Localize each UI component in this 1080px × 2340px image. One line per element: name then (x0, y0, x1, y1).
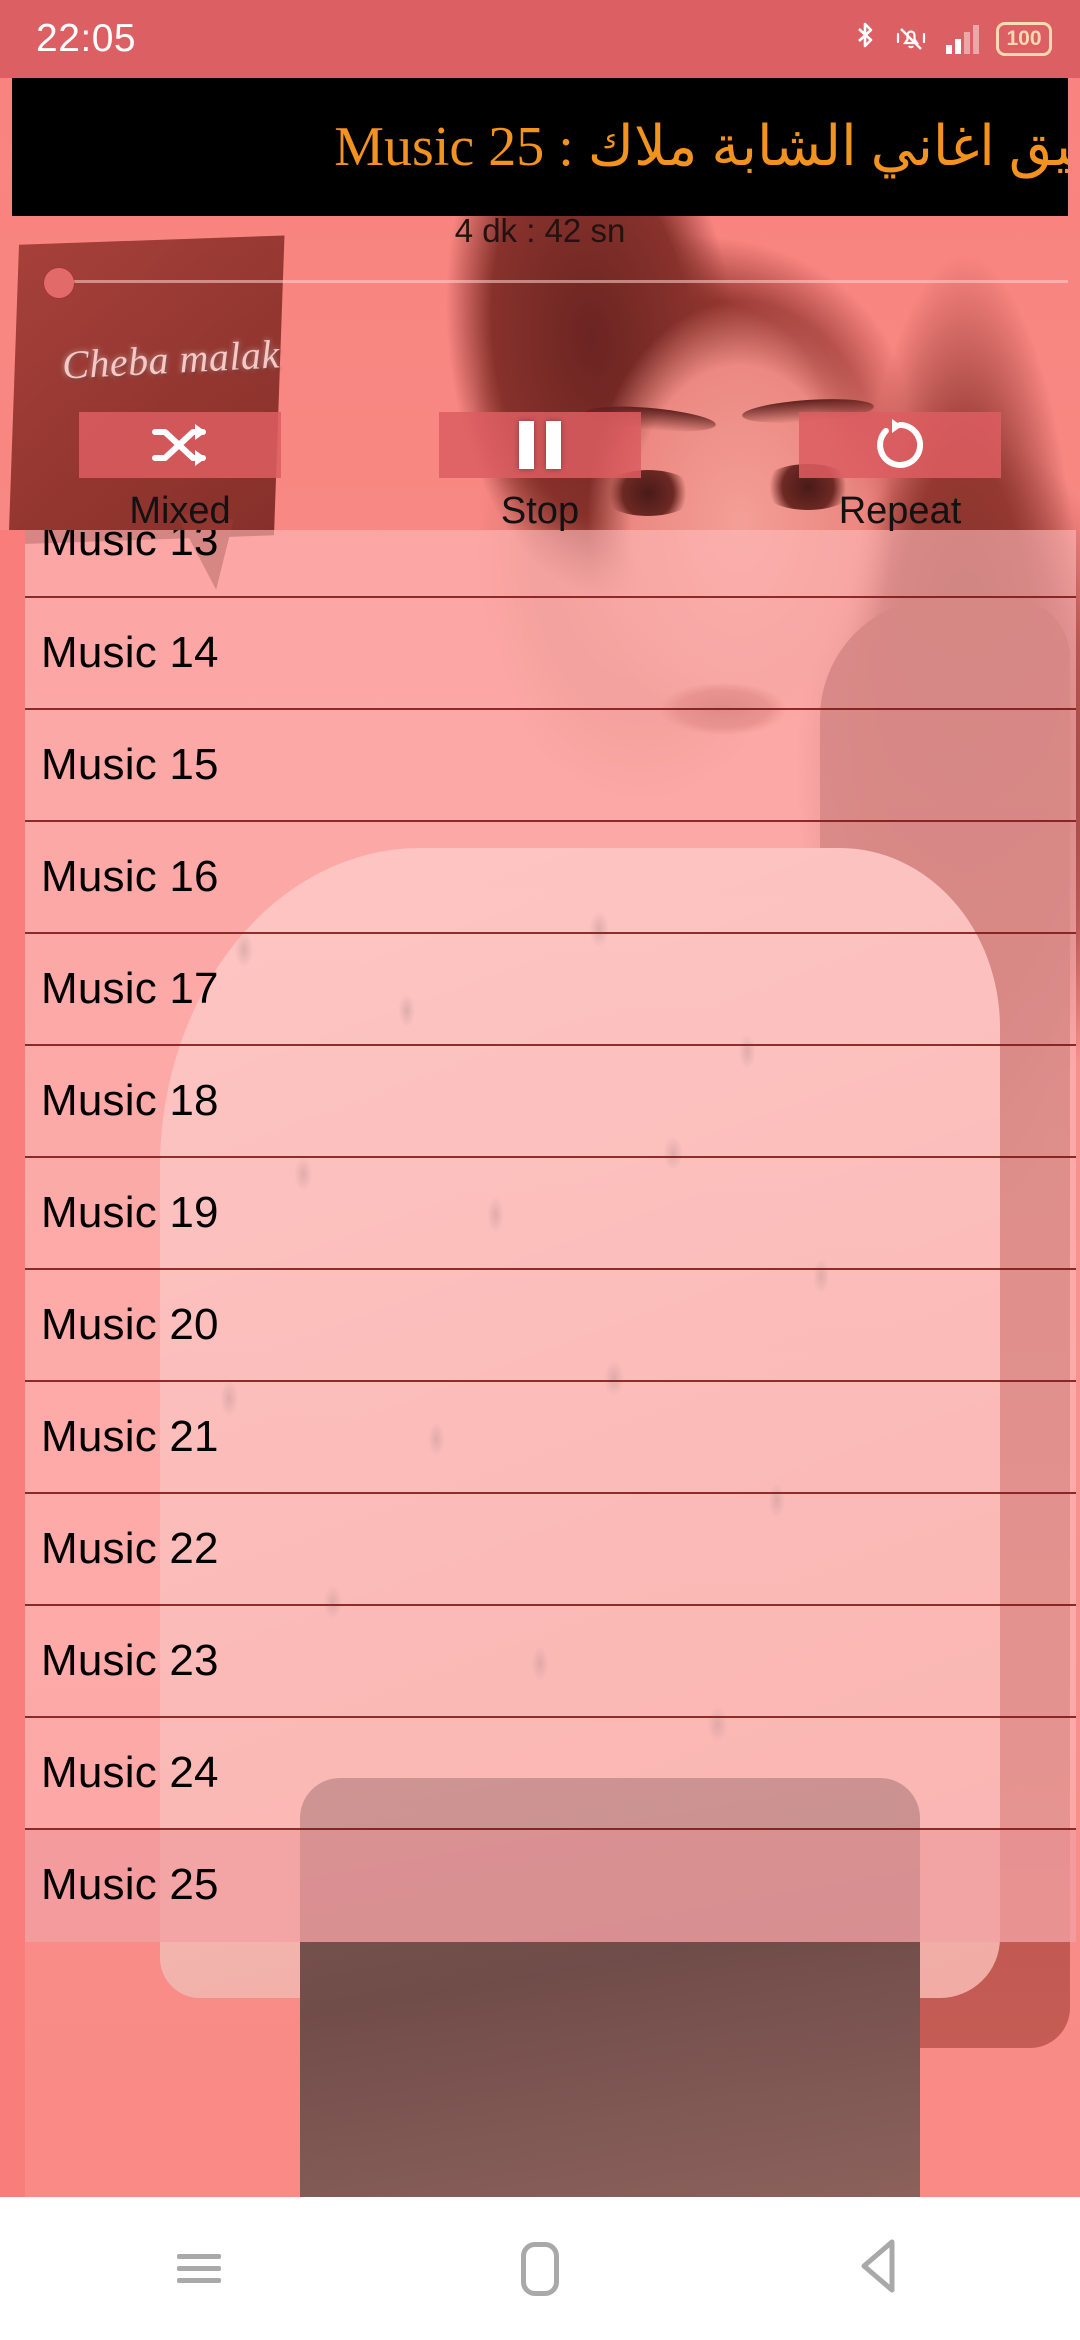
player-controls: Mixed Stop Repeat (0, 412, 1080, 542)
shuffle-button-label: Mixed (129, 490, 231, 532)
track-row[interactable]: Music 17 (25, 934, 1076, 1046)
track-label: Music 25 (41, 1860, 219, 1909)
back-button[interactable] (833, 2221, 929, 2317)
track-label: Music 15 (41, 740, 219, 789)
track-label: Music 21 (41, 1412, 219, 1461)
repeat-button[interactable] (799, 412, 1001, 478)
track-row[interactable]: Music 25 (25, 1830, 1076, 1942)
track-row[interactable]: Music 22 (25, 1494, 1076, 1606)
shuffle-button[interactable] (79, 412, 281, 478)
playlist-left-edge (0, 530, 25, 2197)
track-row[interactable]: Music 16 (25, 822, 1076, 934)
repeat-icon (871, 416, 929, 474)
track-label: Music 24 (41, 1748, 219, 1797)
repeat-button-label: Repeat (838, 490, 962, 532)
track-row[interactable]: Music 15 (25, 710, 1076, 822)
vibrate-mute-icon (894, 22, 928, 56)
home-pill-icon (521, 2241, 559, 2296)
track-label: Music 18 (41, 1076, 219, 1125)
status-bar: 22:05 100 (0, 0, 1080, 78)
playlist-scroll-area[interactable]: Music 13 Music 14 Music 15 Music 16 Music 17… (0, 530, 1080, 2197)
android-navigation-bar (0, 2197, 1080, 2340)
battery-icon: 100 (996, 22, 1052, 56)
seek-bar-thumb[interactable] (44, 268, 74, 298)
control-repeat[interactable]: Repeat (720, 412, 1080, 542)
seek-bar-track[interactable] (58, 280, 1068, 283)
track-row[interactable]: Music 18 (25, 1046, 1076, 1158)
track-label: Music 22 (41, 1524, 219, 1573)
now-playing-banner: بيق اغاني الشابة ملاك : Music 25 (12, 76, 1068, 216)
track-label: Music 14 (41, 628, 219, 677)
phone-screen: Cheba malak 22:05 (0, 0, 1080, 2340)
track-label: Music 19 (41, 1188, 219, 1237)
signal-bars-icon (944, 23, 980, 55)
menu-recents-icon (177, 2247, 221, 2290)
now-playing-title: بيق اغاني الشابة ملاك : Music 25 (334, 115, 1068, 178)
track-row[interactable]: Music 20 (25, 1270, 1076, 1382)
recents-button[interactable] (151, 2221, 247, 2317)
stop-button-label: Stop (500, 490, 580, 532)
seek-bar[interactable] (0, 262, 1080, 302)
track-label: Music 16 (41, 852, 219, 901)
track-row[interactable]: Music 21 (25, 1382, 1076, 1494)
home-button[interactable] (492, 2221, 588, 2317)
status-icon-group: 100 (852, 21, 1052, 57)
track-row[interactable]: Music 14 (25, 598, 1076, 710)
track-label: Music 23 (41, 1636, 219, 1685)
back-triangle-icon (858, 2238, 904, 2299)
track-row[interactable]: Music 24 (25, 1718, 1076, 1830)
stop-button[interactable] (439, 412, 641, 478)
track-label: Music 17 (41, 964, 219, 1013)
shuffle-icon (149, 421, 211, 469)
pause-icon (519, 421, 561, 469)
track-row[interactable]: Music 23 (25, 1606, 1076, 1718)
track-row[interactable]: Music 19 (25, 1158, 1076, 1270)
playlist: Music 13 Music 14 Music 15 Music 16 Music 17… (25, 530, 1076, 1942)
status-clock: 22:05 (36, 17, 137, 60)
track-duration-label: 4 dk : 42 sn (454, 212, 626, 249)
control-mixed[interactable]: Mixed (0, 412, 360, 542)
track-label: Music 20 (41, 1300, 219, 1349)
bluetooth-icon (852, 21, 878, 57)
control-stop[interactable]: Stop (360, 412, 720, 542)
battery-level-text: 100 (1006, 27, 1042, 50)
